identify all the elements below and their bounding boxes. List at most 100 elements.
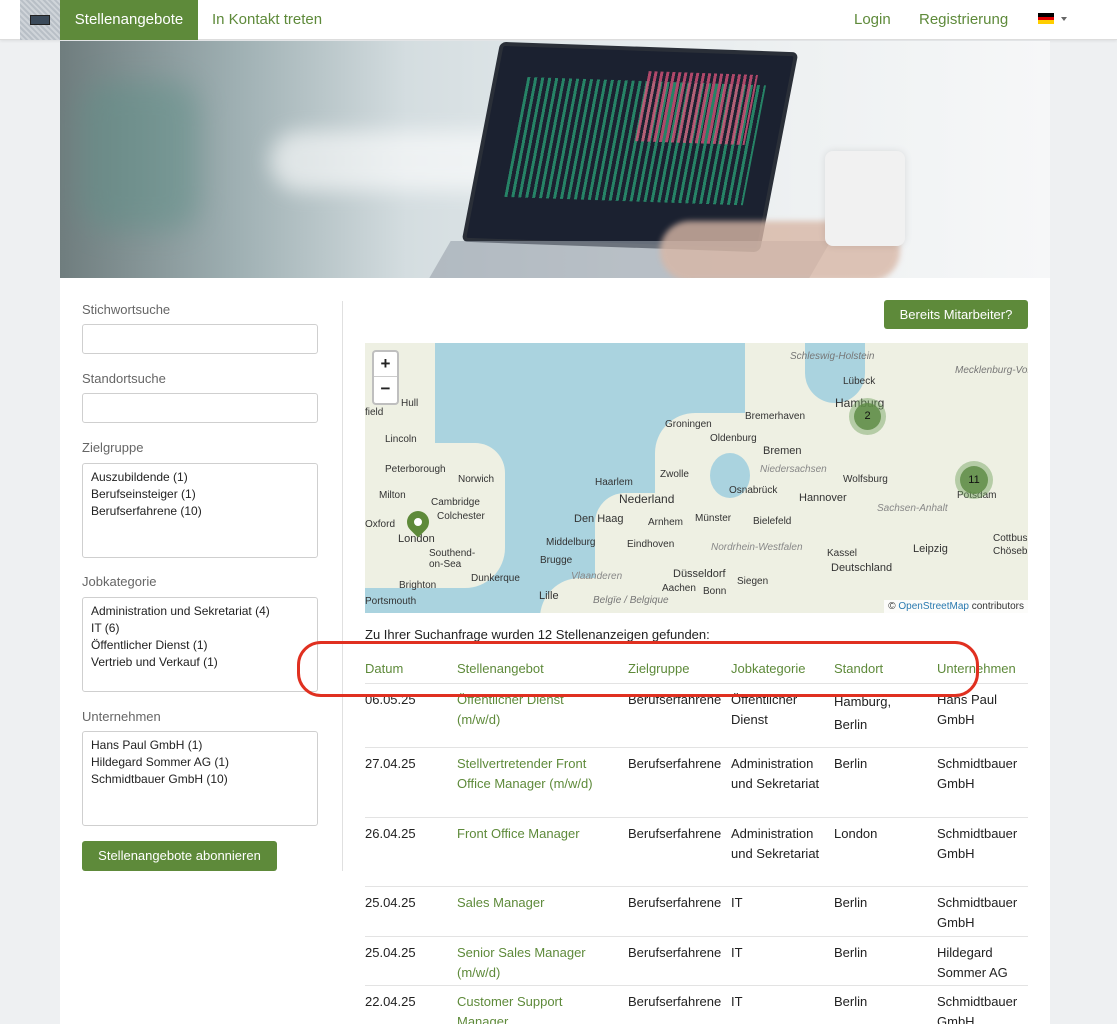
cell-category: IT xyxy=(731,895,743,910)
list-item[interactable]: Berufserfahrene (10) xyxy=(91,503,309,520)
map-label: Colchester xyxy=(437,511,485,522)
zoom-in-button[interactable]: + xyxy=(374,352,397,377)
map-label: Lübeck xyxy=(843,376,876,387)
cell-target: Berufserfahrene xyxy=(628,756,722,771)
cell-category: Administration und Sekretariat xyxy=(731,756,820,791)
map-label: Hannover xyxy=(799,492,847,504)
column-divider xyxy=(342,301,343,871)
map-label: Siegen xyxy=(737,576,769,587)
job-category-list[interactable]: Administration und Sekretariat (4) IT (6… xyxy=(82,597,318,692)
cell-category: Administration und Sekretariat xyxy=(731,826,820,861)
cell-title-link[interactable]: Sales Manager xyxy=(457,893,612,913)
map-label: Mecklenburg-Vorpommern xyxy=(955,365,1028,376)
map-label: Peterborough xyxy=(385,464,446,475)
list-item[interactable]: Hans Paul GmbH (1) xyxy=(91,737,309,754)
cell-location: Berlin xyxy=(834,756,868,771)
map-label: Schleswig-Holstein xyxy=(790,351,875,362)
map-label: Leipzig xyxy=(913,543,948,555)
cell-title-link[interactable]: Stellvertretender Front Office Manager (… xyxy=(457,754,612,794)
main-container: Stichwortsuche Standortsuche Zielgruppe … xyxy=(60,41,1050,1024)
result-count-text: Zu Ihrer Suchanfrage wurden 12 Stellenan… xyxy=(365,627,710,642)
subscribe-jobs-button[interactable]: Stellenangebote abonnieren xyxy=(82,841,277,871)
existing-employee-button[interactable]: Bereits Mitarbeiter? xyxy=(884,300,1028,329)
map-label: Lille xyxy=(539,590,559,602)
cell-target: Berufserfahrene xyxy=(628,945,722,960)
cell-company: Schmidtbauer GmbH xyxy=(937,994,1018,1024)
map-label: Oxford xyxy=(365,519,396,530)
cell-title-link[interactable]: Senior Sales Manager (m/w/d) xyxy=(457,943,592,983)
cell-company: Schmidtbauer GmbH xyxy=(937,756,1018,791)
cell-date: 25.04.25 xyxy=(365,895,416,910)
map-label: Aachen xyxy=(662,583,696,594)
list-item[interactable]: Auszubildende (1) xyxy=(91,469,309,486)
map-label: Bielefeld xyxy=(753,516,792,527)
list-item[interactable]: Hildegard Sommer AG (1) xyxy=(91,754,309,771)
table-row[interactable]: 22.04.25 Customer Support Manager Berufs… xyxy=(365,985,1028,1024)
location-search-input[interactable] xyxy=(82,393,318,423)
table-row[interactable]: 26.04.25 Front Office Manager Berufserfa… xyxy=(365,817,1028,886)
nav-stellenangebote[interactable]: Stellenangebote xyxy=(60,0,198,40)
cell-date: 26.04.25 xyxy=(365,826,416,841)
location-search-label: Standortsuche xyxy=(82,371,166,386)
table-row[interactable]: 25.04.25 Senior Sales Manager (m/w/d) Be… xyxy=(365,936,1028,985)
list-item[interactable]: Vertrieb und Verkauf (1) xyxy=(91,654,309,671)
list-item[interactable]: Berufseinsteiger (1) xyxy=(91,486,309,503)
map-label: Nederland xyxy=(619,492,675,506)
map-attribution: © OpenStreetMap contributors xyxy=(884,600,1028,613)
table-row[interactable]: 25.04.25 Sales Manager Berufserfahrene I… xyxy=(365,886,1028,936)
map-label: Portsmouth xyxy=(365,596,417,607)
map-label: Deutschland xyxy=(831,562,893,574)
map-label: Nordrhein-Westfalen xyxy=(711,542,803,553)
map-label: Niedersachsen xyxy=(760,464,827,475)
cell-location: Berlin xyxy=(834,895,868,910)
cell-target: Berufserfahrene xyxy=(628,895,722,910)
cell-company: Schmidtbauer GmbH xyxy=(937,895,1018,930)
map-label: Chösebu xyxy=(993,546,1028,557)
language-dropdown-caret-icon[interactable] xyxy=(1061,17,1067,21)
map-label: Arnhem xyxy=(648,517,684,528)
map-label: Bremen xyxy=(763,445,802,457)
table-row[interactable]: 27.04.25 Stellvertretender Front Office … xyxy=(365,747,1028,817)
cell-title-link[interactable]: Front Office Manager xyxy=(457,824,612,844)
cell-company: Hildegard Sommer AG xyxy=(937,945,1008,980)
cell-category: IT xyxy=(731,994,743,1009)
map-label: Münster xyxy=(695,513,732,524)
map-label: Wolfsburg xyxy=(843,474,888,485)
nav-contact[interactable]: In Kontakt treten xyxy=(212,0,322,40)
map-label: field xyxy=(365,407,384,418)
map-cluster-berlin[interactable]: 11 xyxy=(955,461,993,499)
german-flag-icon[interactable] xyxy=(1038,13,1054,24)
map-zoom-control: + − xyxy=(372,350,399,405)
nav-login[interactable]: Login xyxy=(854,0,891,40)
cell-location: Berlin xyxy=(834,945,868,960)
list-item[interactable]: Schmidtbauer GmbH (10) xyxy=(91,771,309,788)
map-label: Vlaanderen xyxy=(571,571,623,582)
list-item[interactable]: Öffentlicher Dienst (1) xyxy=(91,637,309,654)
map-label: Osnabrück xyxy=(729,485,778,496)
keyword-search-input[interactable] xyxy=(82,324,318,354)
keyword-search-label: Stichwortsuche xyxy=(82,302,171,317)
map-label: Eindhoven xyxy=(627,539,675,550)
map-cluster-hamburg[interactable]: 2 xyxy=(849,398,886,435)
map-label: Brugge xyxy=(540,555,573,566)
map-label: Dunkerque xyxy=(471,573,520,584)
map-label: Cambridge xyxy=(431,497,480,508)
map-label: Belgïe / Belgique xyxy=(593,595,669,606)
zoom-out-button[interactable]: − xyxy=(374,377,397,402)
map-label: Cottbus xyxy=(993,533,1028,544)
cell-date: 22.04.25 xyxy=(365,994,416,1009)
target-group-list[interactable]: Auszubildende (1) Berufseinsteiger (1) B… xyxy=(82,463,318,558)
site-logo[interactable] xyxy=(20,0,60,40)
cell-title-link[interactable]: Customer Support Manager xyxy=(457,992,582,1024)
cell-target: Berufserfahrene xyxy=(628,826,722,841)
map-label: Haarlem xyxy=(595,477,633,488)
job-map[interactable]: Schleswig-Holstein Mecklenburg-Vorpommer… xyxy=(365,343,1028,613)
map-label: Norwich xyxy=(458,474,495,485)
list-item[interactable]: Administration und Sekretariat (4) xyxy=(91,603,309,620)
list-item[interactable]: IT (6) xyxy=(91,620,309,637)
company-list[interactable]: Hans Paul GmbH (1) Hildegard Sommer AG (… xyxy=(82,731,318,826)
nav-register[interactable]: Registrierung xyxy=(919,0,1008,40)
cell-location: London xyxy=(834,826,878,841)
cell-location: Berlin xyxy=(834,994,868,1009)
osm-link[interactable]: OpenStreetMap xyxy=(898,601,969,612)
